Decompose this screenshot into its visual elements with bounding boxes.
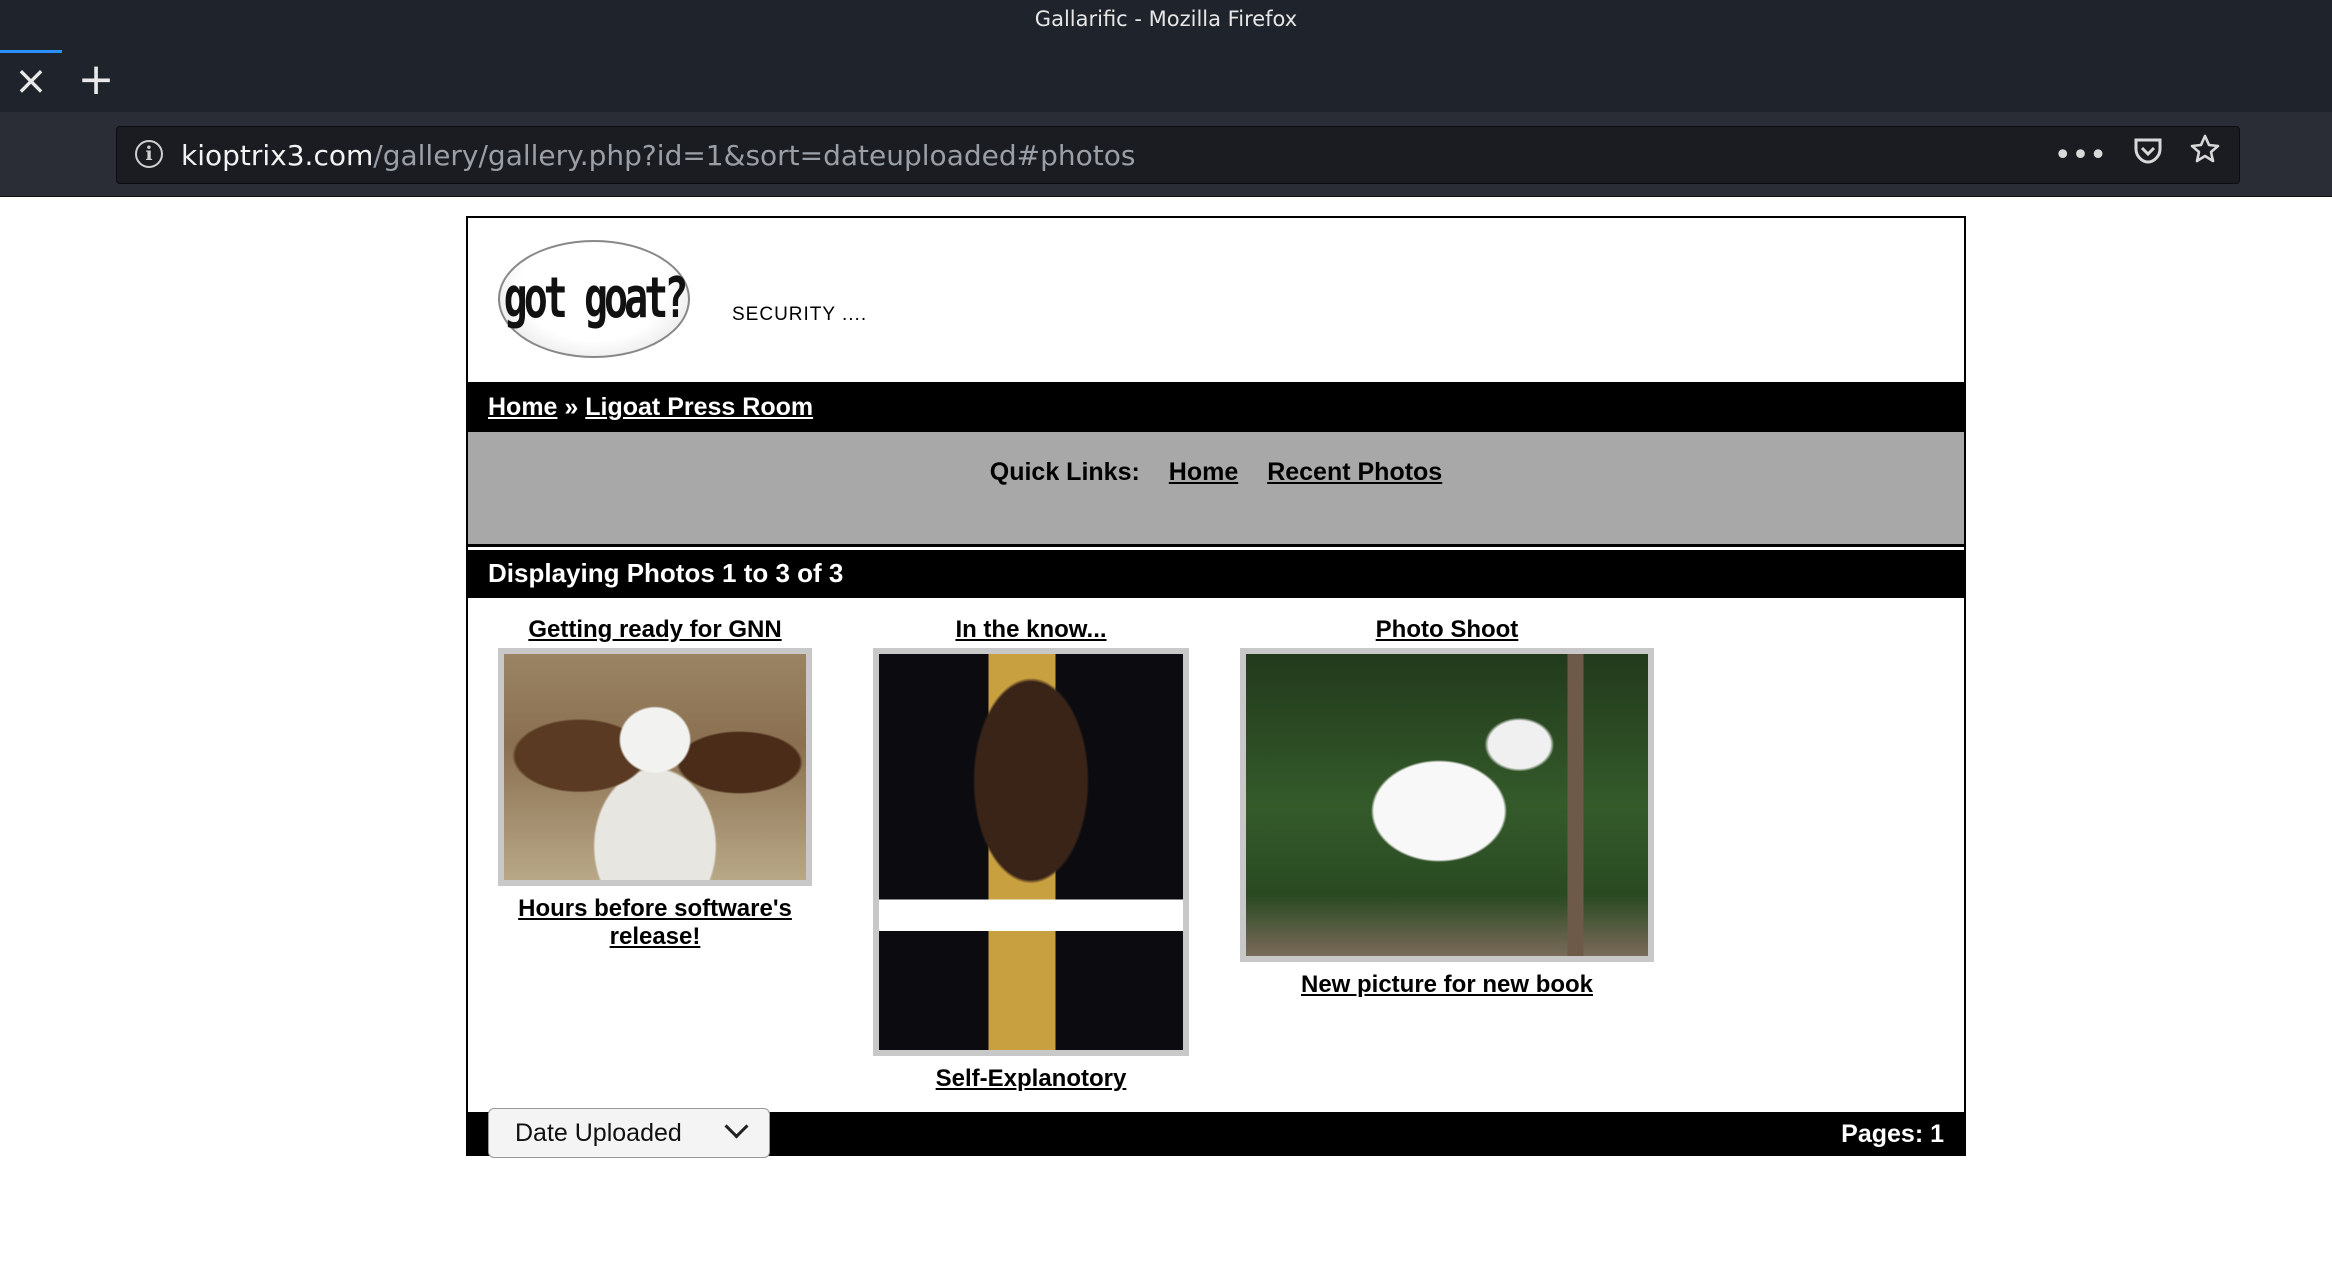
photo-description-link[interactable]: Self-Explanotory: [872, 1065, 1190, 1093]
photo-thumbnail-frame[interactable]: [873, 648, 1189, 1056]
site-logo[interactable]: got goat?: [498, 240, 690, 358]
quick-link-recent-photos[interactable]: Recent Photos: [1267, 458, 1442, 486]
bookmark-star-icon[interactable]: [2189, 127, 2221, 185]
url-path: /gallery/gallery.php?id=1&sort=dateuploa…: [373, 139, 1136, 172]
photo-description-link[interactable]: Hours before software's release!: [498, 895, 812, 951]
close-tab-icon[interactable]: ×: [0, 50, 62, 112]
gallery-container: got goat? SECURITY .... Home » Ligoat Pr…: [466, 216, 1966, 1158]
window-title: Gallarific - Mozilla Firefox: [0, 0, 2332, 38]
quick-links-bar: Quick Links: Home Recent Photos: [468, 432, 1964, 547]
photo-item: In the know... Self-Explanotory: [872, 616, 1190, 1093]
url-actions: •••: [2054, 127, 2221, 185]
navigation-bar: i kioptrix3.com/gallery/gallery.php?id=1…: [0, 112, 2332, 197]
sort-select-value: Date Uploaded: [515, 1119, 682, 1147]
photo-description-link[interactable]: New picture for new book: [1238, 971, 1656, 999]
photo-title-link[interactable]: Photo Shoot: [1238, 616, 1656, 644]
breadcrumb-current-link[interactable]: Ligoat Press Room: [585, 393, 813, 421]
photo-title-link[interactable]: Getting ready for GNN: [498, 616, 812, 644]
photo-item: Photo Shoot New picture for new book: [1238, 616, 1656, 999]
tab-strip: × +: [0, 38, 2332, 112]
chevron-down-icon: [724, 1114, 749, 1139]
photo-thumbnail-frame[interactable]: [498, 648, 812, 886]
url-host: kioptrix3.com: [181, 139, 374, 172]
quick-links-label: Quick Links:: [989, 458, 1140, 486]
info-icon[interactable]: i: [135, 140, 163, 168]
photo-thumbnail-frame[interactable]: [1240, 648, 1654, 962]
breadcrumb-separator: »: [557, 393, 586, 421]
photo-item: Getting ready for GNN Hours before softw…: [498, 616, 812, 951]
new-tab-icon[interactable]: +: [64, 50, 128, 112]
display-count-bar: Displaying Photos 1 to 3 of 3: [468, 550, 1964, 598]
pages-indicator: Pages: 1: [1841, 1120, 1944, 1148]
url-text[interactable]: kioptrix3.com/gallery/gallery.php?id=1&s…: [181, 127, 1135, 185]
display-count-text: Displaying Photos 1 to 3 of 3: [488, 558, 844, 588]
site-header: got goat? SECURITY ....: [468, 218, 1964, 380]
gallery-footer: Date Uploaded Pages: 1: [468, 1108, 1964, 1158]
url-bar[interactable]: i kioptrix3.com/gallery/gallery.php?id=1…: [116, 126, 2240, 184]
page-actions-icon[interactable]: •••: [2054, 127, 2107, 185]
goat-closeup-image[interactable]: [504, 654, 806, 880]
white-goat-image[interactable]: [1246, 654, 1648, 956]
breadcrumb: Home » Ligoat Press Room: [468, 382, 1964, 433]
breadcrumb-home-link[interactable]: Home: [488, 393, 557, 421]
site-tagline: SECURITY ....: [732, 304, 868, 325]
portrait-image[interactable]: [879, 654, 1183, 1050]
logo-text: got goat?: [503, 266, 689, 332]
quick-link-home[interactable]: Home: [1169, 458, 1238, 486]
pocket-icon[interactable]: [2133, 127, 2163, 185]
photo-title-link[interactable]: In the know...: [872, 616, 1190, 644]
sort-select[interactable]: Date Uploaded: [488, 1108, 770, 1158]
